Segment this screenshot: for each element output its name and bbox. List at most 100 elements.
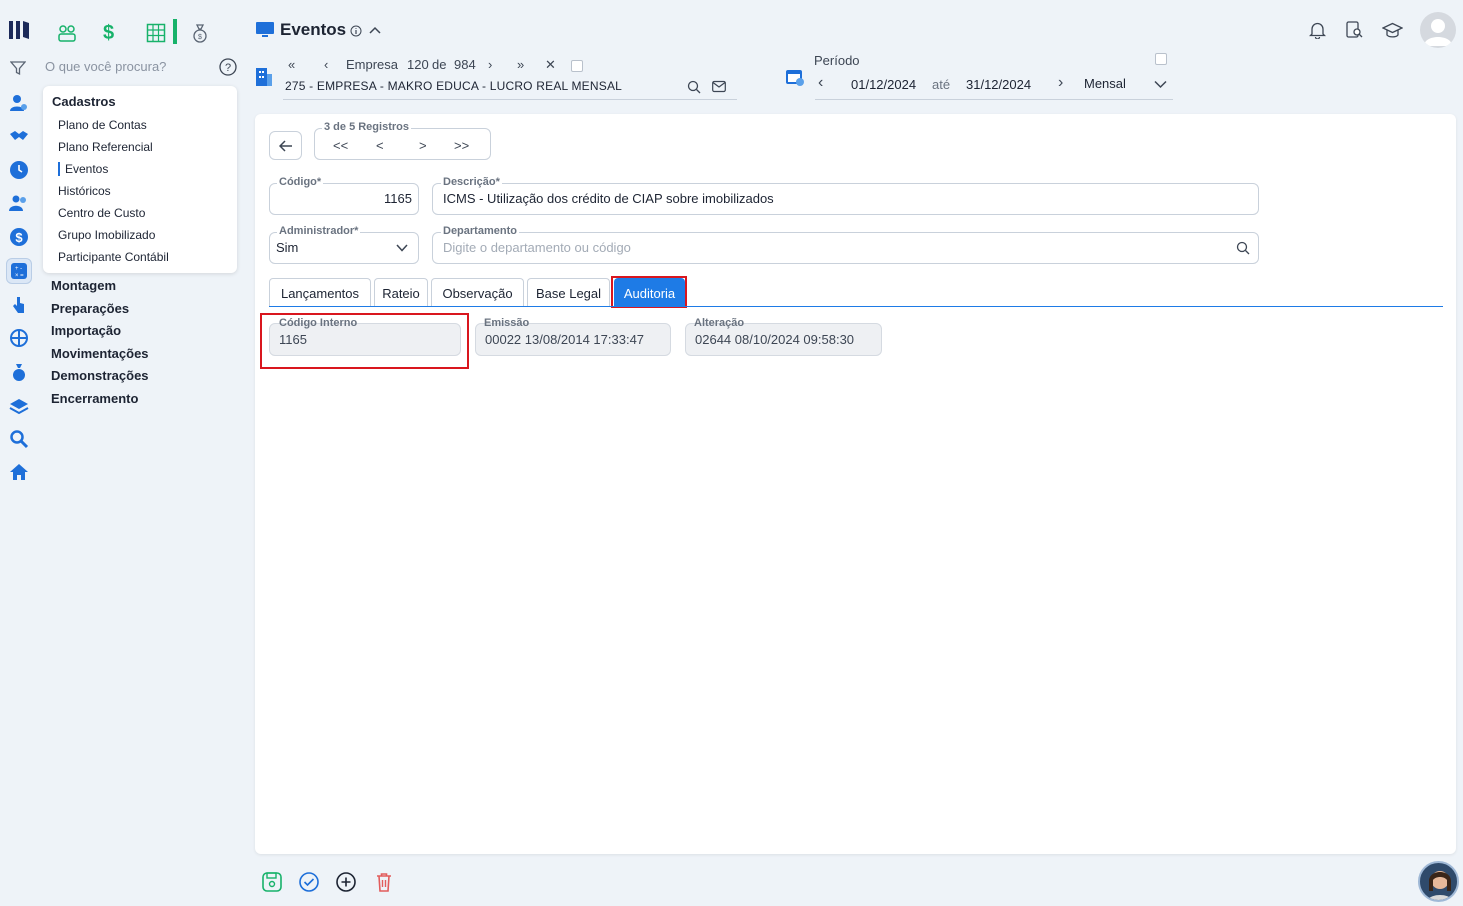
empresa-first-button[interactable]: « <box>288 57 295 72</box>
frequency-select[interactable]: Mensal <box>1084 76 1126 91</box>
periodo-label: Período <box>814 53 860 68</box>
alteracao-label: Alteração <box>694 317 745 329</box>
departamento-placeholder: Digite o departamento ou código <box>443 240 631 255</box>
app-logo[interactable] <box>8 18 32 42</box>
periodo-underline <box>815 99 1173 100</box>
tab-underline <box>269 306 1443 307</box>
menu-heading: Cadastros <box>52 94 116 109</box>
save-icon[interactable] <box>261 871 283 893</box>
tab-lancamentos[interactable]: Lançamentos <box>269 278 371 307</box>
chevron-down-icon[interactable] <box>396 244 408 252</box>
chevron-down-icon[interactable] <box>1154 80 1167 89</box>
svg-text:$: $ <box>15 230 23 245</box>
search-icon[interactable] <box>687 80 701 94</box>
administrador-value: Sim <box>276 240 299 255</box>
menu-item-participante-contabil[interactable]: Participante Contábil <box>58 250 169 264</box>
menu-item-centro-de-custo[interactable]: Centro de Custo <box>58 206 145 220</box>
record-last-button[interactable]: >> <box>454 138 469 153</box>
empresa-prev-button[interactable]: ‹ <box>324 57 328 72</box>
bell-icon[interactable] <box>1309 21 1326 39</box>
spreadsheet-icon[interactable] <box>146 23 166 43</box>
mail-icon[interactable] <box>712 80 726 93</box>
record-next-button[interactable]: > <box>419 138 427 153</box>
calculator-icon[interactable]: + - × = <box>6 258 32 284</box>
empresa-last-button[interactable]: » <box>517 57 524 72</box>
menu-group-montagem[interactable]: Montagem <box>51 278 116 293</box>
home-icon[interactable] <box>8 461 30 483</box>
building-icon <box>256 68 272 86</box>
avatar[interactable] <box>1420 12 1456 48</box>
emissao-value: 00022 13/08/2014 17:33:47 <box>485 332 645 347</box>
empresa-total: 984 <box>454 57 476 72</box>
date-start[interactable]: 01/12/2024 <box>851 77 916 92</box>
tab-rateio[interactable]: Rateio <box>374 278 428 307</box>
menu-group-encerramento[interactable]: Encerramento <box>51 391 138 406</box>
hand-pointer-icon[interactable] <box>8 294 30 316</box>
main-card <box>255 114 1456 854</box>
graduation-cap-icon[interactable] <box>1382 22 1403 39</box>
layers-icon[interactable] <box>8 395 30 417</box>
info-icon[interactable] <box>350 25 362 37</box>
alteracao-value: 02644 08/10/2024 09:58:30 <box>695 332 855 347</box>
tab-observacao[interactable]: Observação <box>431 278 524 307</box>
search-zoom-icon[interactable] <box>8 428 30 450</box>
assistant-avatar[interactable] <box>1418 861 1459 902</box>
back-button[interactable] <box>269 131 302 160</box>
periodo-checkbox[interactable] <box>1155 53 1167 65</box>
document-search-icon[interactable] <box>1346 21 1363 39</box>
menu-group-preparacoes[interactable]: Preparações <box>51 301 129 316</box>
menu-group-importacao[interactable]: Importação <box>51 323 121 338</box>
close-icon[interactable]: ✕ <box>545 57 556 73</box>
active-app-indicator <box>173 19 177 44</box>
svg-text:?: ? <box>225 62 231 74</box>
confirm-icon[interactable] <box>298 871 320 893</box>
menu-item-eventos[interactable]: Eventos <box>58 162 108 176</box>
clock-icon[interactable] <box>8 159 30 181</box>
money-bag-outline-icon[interactable]: $ <box>191 23 209 43</box>
people-icon[interactable] <box>57 23 77 43</box>
chevron-up-icon[interactable] <box>369 25 381 35</box>
departamento-label: Departamento <box>441 225 519 237</box>
user-settings-icon[interactable] <box>8 92 30 114</box>
money-bag-icon[interactable] <box>8 361 30 383</box>
svg-text:$: $ <box>198 34 202 41</box>
help-icon[interactable]: ? <box>219 58 237 76</box>
empresa-label: Empresa <box>346 57 399 72</box>
filter-icon[interactable] <box>10 60 26 76</box>
tab-base-legal[interactable]: Base Legal <box>527 278 610 307</box>
empresa-current: 120 <box>407 57 429 72</box>
users-icon[interactable] <box>8 192 30 214</box>
record-first-button[interactable]: << <box>333 138 348 153</box>
add-icon[interactable] <box>335 871 357 893</box>
descricao-label: Descrição* <box>441 176 502 188</box>
submenu-panel: Cadastros Plano de Contas Plano Referenc… <box>43 86 237 273</box>
periodo-next-button[interactable]: › <box>1058 74 1063 92</box>
codigo-label: Código* <box>277 176 324 188</box>
empresa-checkbox[interactable] <box>571 60 583 72</box>
menu-item-plano-referencial[interactable]: Plano Referencial <box>58 140 153 154</box>
codigo-interno-highlight <box>260 313 469 369</box>
trash-icon[interactable] <box>373 871 395 893</box>
menu-item-historicos[interactable]: Históricos <box>58 184 111 198</box>
dollar-icon[interactable]: $ <box>8 226 30 248</box>
administrador-label: Administrador* <box>277 225 361 237</box>
search-input[interactable]: O que você procura? <box>45 59 166 74</box>
menu-item-grupo-imobilizado[interactable]: Grupo Imobilizado <box>58 228 155 242</box>
menu-item-plano-de-contas[interactable]: Plano de Contas <box>58 118 147 132</box>
search-icon[interactable] <box>1236 241 1250 255</box>
record-counter: 3 de 5 Registros <box>322 121 411 133</box>
empresa-underline <box>283 99 737 100</box>
date-end[interactable]: 31/12/2024 <box>966 77 1031 92</box>
menu-group-movimentacoes[interactable]: Movimentações <box>51 346 149 361</box>
calendar-icon[interactable] <box>786 68 804 86</box>
empresa-next-button[interactable]: › <box>488 57 492 72</box>
tab-auditoria-highlight <box>611 276 687 308</box>
date-separator: até <box>932 77 951 92</box>
handshake-icon[interactable] <box>8 125 30 147</box>
periodo-prev-button[interactable]: ‹ <box>818 74 823 92</box>
record-prev-button[interactable]: < <box>376 138 384 153</box>
page-title: Eventos <box>280 20 347 39</box>
network-icon[interactable] <box>8 327 30 349</box>
menu-group-demonstracoes[interactable]: Demonstrações <box>51 368 149 383</box>
dollar-sign-icon[interactable]: $ <box>103 22 114 45</box>
